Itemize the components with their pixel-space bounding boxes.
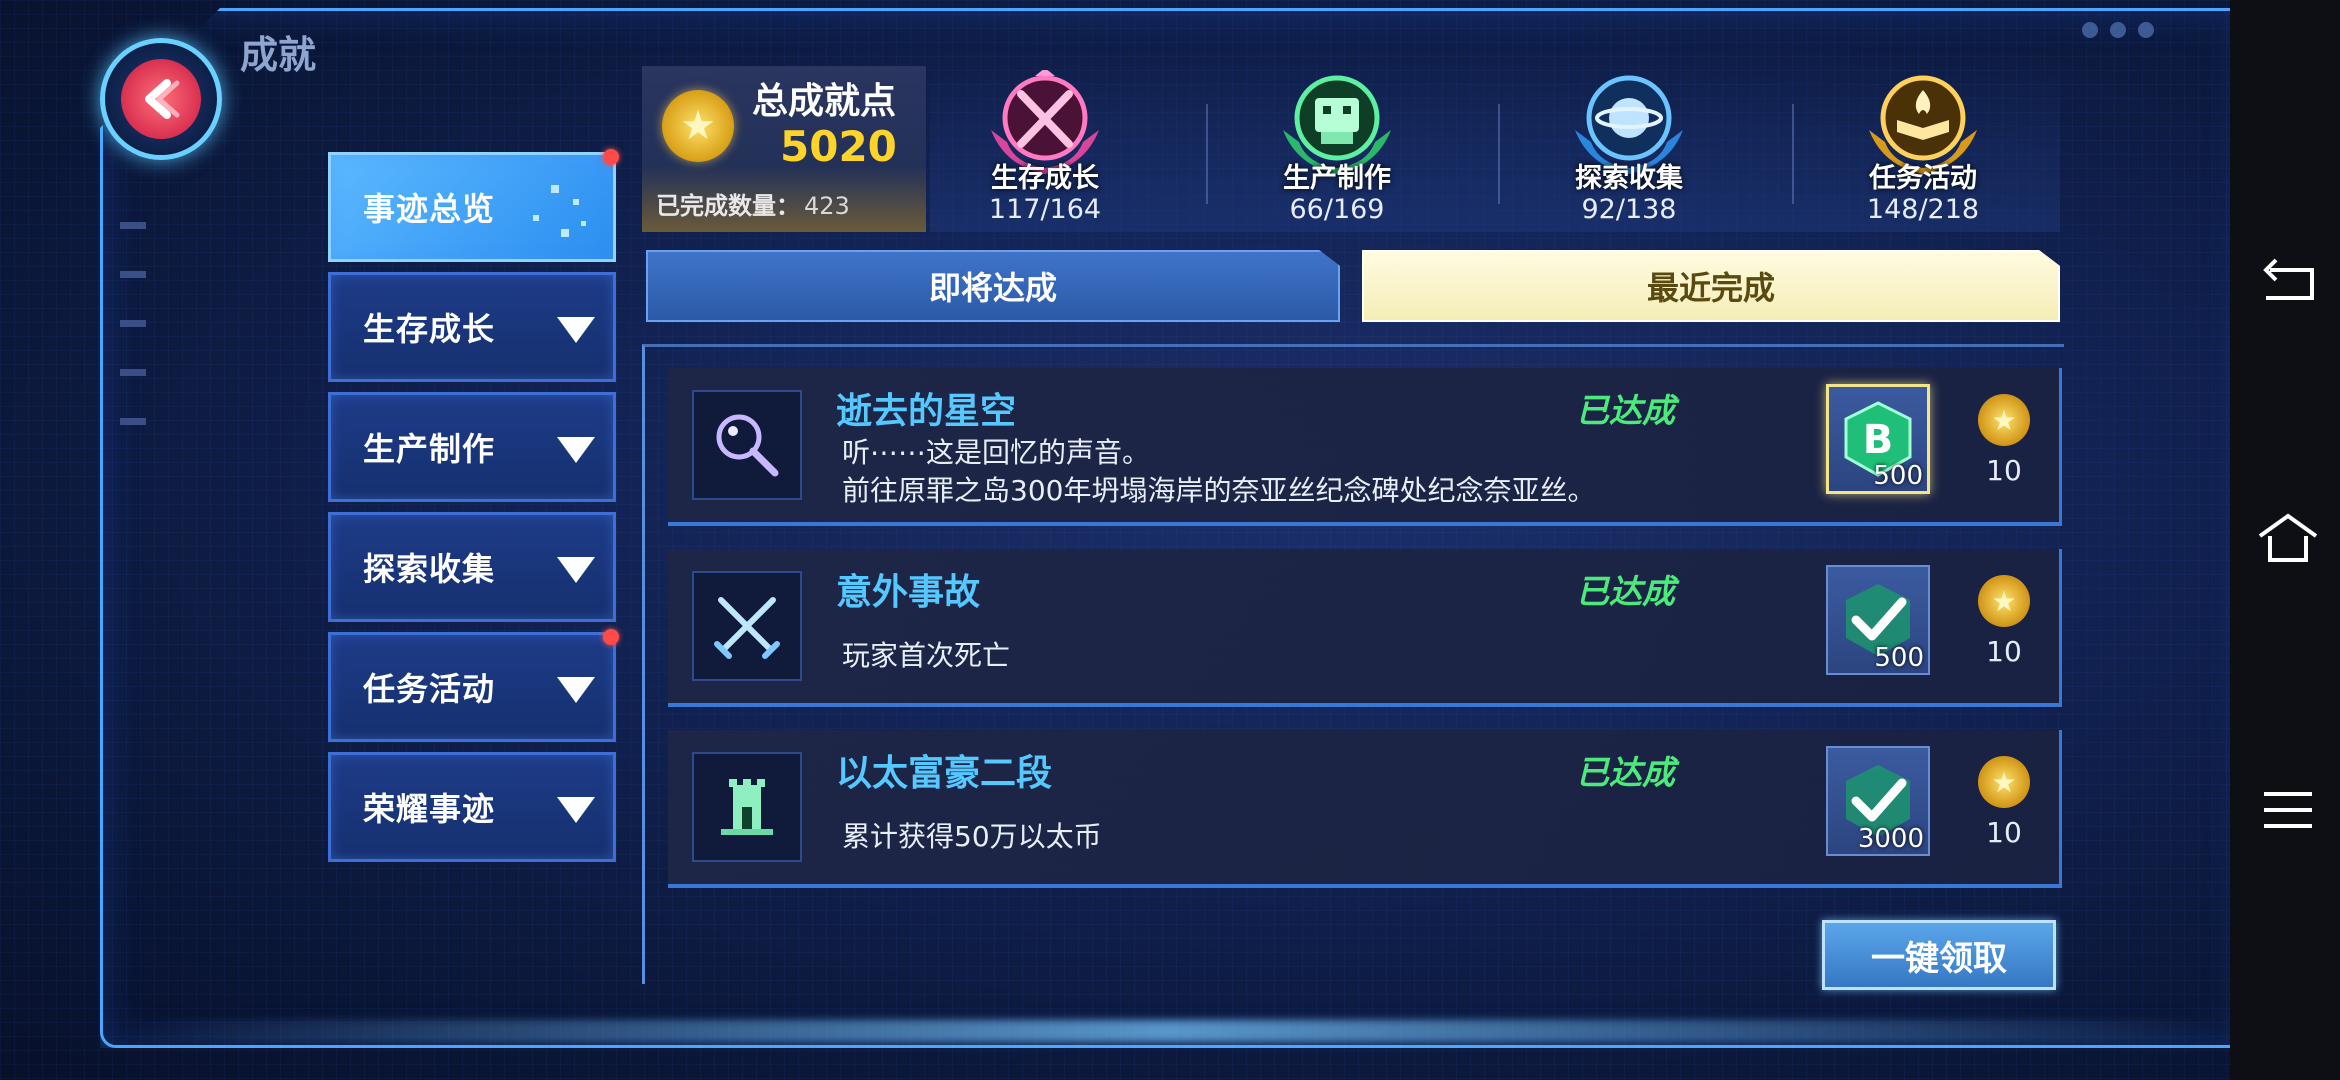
total-points-value: 5020 [780, 122, 897, 171]
category-production[interactable]: 生产制作 66/169 [1222, 60, 1452, 232]
nav-item-label: 荣耀事迹 [363, 790, 496, 828]
nav-item-label: 生存成长 [363, 310, 496, 348]
expand-arrow-icon [557, 317, 595, 343]
category-name: 生产制作 [1283, 163, 1391, 194]
nav-item-exploration[interactable]: 探索收集 [328, 512, 616, 622]
achievement-points: 10 [1986, 454, 2022, 487]
reward-item-claimed[interactable]: 500 [1826, 565, 1930, 675]
achievement-status: 已达成 [1576, 753, 1675, 792]
description-line: 听⋯⋯这是回忆的声音。 [842, 436, 1151, 469]
category-name: 任务活动 [1869, 163, 1977, 194]
tower-icon [692, 752, 802, 862]
nav-item-survival[interactable]: 生存成长 [328, 272, 616, 382]
category-count: 92/138 [1581, 194, 1677, 225]
reward-amount: 3000 [1857, 824, 1924, 854]
reward-amount: 500 [1874, 643, 1924, 673]
category-bar: 生存成长 117/164 生产制作 66/169 探索收集 92/138 任务活… [930, 60, 2060, 232]
star-medal-icon: ★ [1978, 394, 2030, 446]
expand-arrow-icon [557, 437, 595, 463]
category-name: 生存成长 [991, 163, 1099, 194]
achievement-name: 以太富豪二段 [836, 753, 1053, 794]
decor-dots [2082, 22, 2154, 38]
nav-item-label: 探索收集 [363, 550, 496, 588]
page-title: 成就 [240, 33, 317, 77]
expand-arrow-icon [557, 557, 595, 583]
nav-item-label: 生产制作 [363, 430, 496, 468]
back-button[interactable] [100, 38, 222, 160]
notification-dot [603, 629, 619, 645]
nav-item-glory[interactable]: 荣耀事迹 [328, 752, 616, 862]
magnifier-icon [692, 390, 802, 500]
frame-glow [120, 1020, 2220, 1042]
home-nav-icon[interactable] [2256, 506, 2320, 570]
achievement-points: 10 [1986, 635, 2022, 668]
achievement-status: 已达成 [1576, 391, 1675, 430]
crossed-swords-icon [692, 571, 802, 681]
nav-item-overview[interactable]: 事迹总览 [328, 149, 619, 262]
achievement-name: 意外事故 [836, 572, 981, 613]
decor-ticks [120, 222, 146, 425]
reward-item-claimed[interactable]: 3000 [1826, 746, 1930, 856]
completed-label: 已完成数量： [656, 192, 800, 220]
nav-item-production[interactable]: 生产制作 [328, 392, 616, 502]
divider [1792, 104, 1794, 204]
description-line: 前往原罪之岛300年坍塌海岸的奈亚丝纪念碑处纪念奈亚丝。 [842, 474, 1596, 507]
expand-arrow-icon [557, 677, 595, 703]
back-nav-icon[interactable] [2256, 252, 2320, 316]
achievement-name: 逝去的星空 [836, 391, 1017, 432]
achievement-points: 10 [1986, 816, 2022, 849]
category-exploration[interactable]: 探索收集 92/138 [1514, 60, 1744, 232]
sparkle-decoration [521, 185, 591, 245]
notification-dot [603, 149, 619, 165]
star-medal-icon: ★ [662, 90, 734, 162]
star-medal-icon: ★ [1978, 756, 2030, 808]
nav-item-label: 任务活动 [363, 670, 496, 708]
sidebar-nav: 事迹总览 生存成长 生产制作 探索收集 任务活动 荣耀事迹 [328, 149, 619, 872]
category-count: 148/218 [1866, 194, 1980, 225]
nav-item-quests[interactable]: 任务活动 [328, 629, 619, 742]
back-arrow-icon [121, 59, 201, 139]
total-points-title: 总成就点 [752, 81, 897, 122]
completed-count: 已完成数量： 423 [656, 186, 850, 221]
nav-item-label: 事迹总览 [363, 190, 496, 228]
achievement-description: 玩家首次死亡 [842, 639, 1011, 672]
tab-recent[interactable]: 最近完成 [1362, 250, 2060, 322]
achievement-description: 听⋯⋯这是回忆的声音。 前往原罪之岛300年坍塌海岸的奈亚丝纪念碑处纪念奈亚丝。 [842, 434, 1595, 510]
category-quests[interactable]: 任务活动 148/218 [1808, 60, 2038, 232]
expand-arrow-icon [557, 797, 595, 823]
category-count: 117/164 [988, 194, 1102, 225]
claim-all-button[interactable]: 一键领取 [1822, 920, 2056, 990]
star-medal-icon: ★ [1978, 575, 2030, 627]
achievement-status: 已达成 [1576, 572, 1675, 611]
reward-amount: 500 [1873, 461, 1923, 491]
category-name: 探索收集 [1575, 163, 1683, 194]
category-count: 66/169 [1289, 194, 1385, 225]
tab-upcoming[interactable]: 即将达成 [646, 250, 1340, 322]
achievement-row[interactable]: 意外事故 已达成 玩家首次死亡 500 ★ 10 [668, 549, 2062, 707]
completed-value: 423 [804, 192, 850, 220]
total-points-panel: ★ 总成就点 5020 已完成数量： 423 [642, 66, 926, 232]
achievement-row[interactable]: 以太富豪二段 已达成 累计获得50万以太币 3000 ★ 10 [668, 730, 2062, 888]
svg-text:B: B [1863, 417, 1894, 463]
divider [1206, 104, 1208, 204]
reward-item[interactable]: B 500 [1826, 384, 1930, 494]
category-survival[interactable]: 生存成长 117/164 [930, 60, 1160, 232]
achievement-row[interactable]: 逝去的星空 已达成 听⋯⋯这是回忆的声音。 前往原罪之岛300年坍塌海岸的奈亚丝… [668, 368, 2062, 526]
menu-nav-icon[interactable] [2256, 778, 2320, 842]
achievement-description: 累计获得50万以太币 [842, 820, 1102, 853]
divider [1498, 104, 1500, 204]
